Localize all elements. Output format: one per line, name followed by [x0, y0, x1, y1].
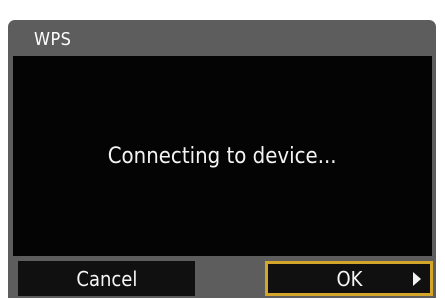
- connection-status-message: Connecting to device...: [108, 143, 337, 169]
- right-triangle-icon: [413, 271, 421, 286]
- dialog-title: WPS: [34, 29, 72, 50]
- cancel-button[interactable]: Cancel: [18, 261, 195, 296]
- message-panel: Connecting to device...: [13, 56, 432, 256]
- button-bar: Cancel OK: [8, 259, 436, 298]
- ok-button[interactable]: OK: [265, 261, 433, 296]
- wps-dialog: WPS Connecting to device... Cancel OK: [8, 20, 436, 298]
- cancel-button-label: Cancel: [75, 266, 137, 291]
- ok-button-label: OK: [336, 266, 362, 291]
